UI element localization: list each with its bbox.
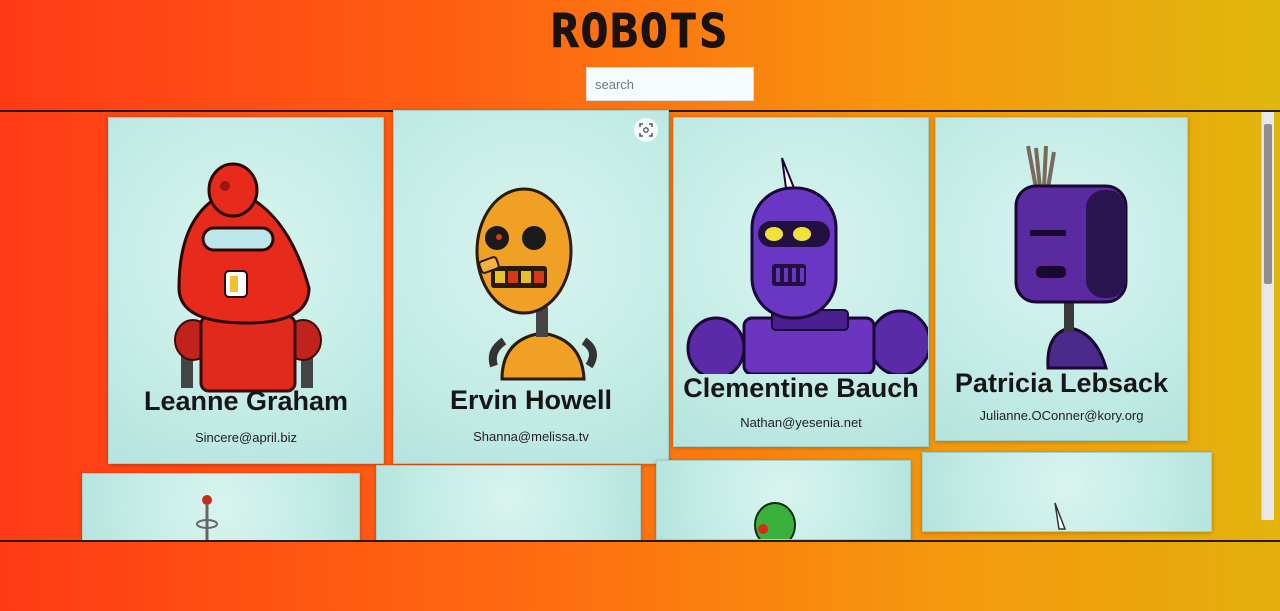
robot-image xyxy=(754,502,796,539)
robot-email: Nathan@yesenia.net xyxy=(740,415,862,430)
scrollbar[interactable] xyxy=(1261,112,1274,520)
scan-icon[interactable] xyxy=(634,118,658,142)
robot-image xyxy=(1014,145,1128,370)
footer-band xyxy=(0,540,1280,611)
robot-card[interactable] xyxy=(376,465,641,547)
robot-image xyxy=(1054,502,1067,530)
robot-image xyxy=(174,162,322,393)
robot-image xyxy=(686,157,928,374)
robot-card[interactable]: Ervin Howell Shanna@melissa.tv xyxy=(393,110,669,464)
robot-card[interactable] xyxy=(656,460,911,540)
robot-card[interactable]: Clementine Bauch Nathan@yesenia.net xyxy=(673,117,929,447)
search-input[interactable] xyxy=(586,67,754,101)
robot-name: Leanne Graham xyxy=(143,386,349,416)
robot-image xyxy=(475,187,597,381)
robot-card[interactable] xyxy=(922,452,1212,532)
robot-email: Shanna@melissa.tv xyxy=(473,429,589,444)
robot-name: Patricia Lebsack xyxy=(954,368,1169,398)
robot-email: Julianne.OConner@kory.org xyxy=(979,408,1144,423)
robot-name: Ervin Howell xyxy=(449,385,613,415)
app-title: ROBOTS xyxy=(550,4,730,59)
robot-name: Clementine Bauch xyxy=(683,373,919,403)
robot-email: Sincere@april.biz xyxy=(194,430,298,445)
robot-card[interactable]: Leanne Graham Sincere@april.biz xyxy=(108,117,384,464)
scrollbar-thumb[interactable] xyxy=(1264,124,1272,284)
robot-card[interactable]: Patricia Lebsack Julianne.OConner@kory.o… xyxy=(935,117,1188,441)
